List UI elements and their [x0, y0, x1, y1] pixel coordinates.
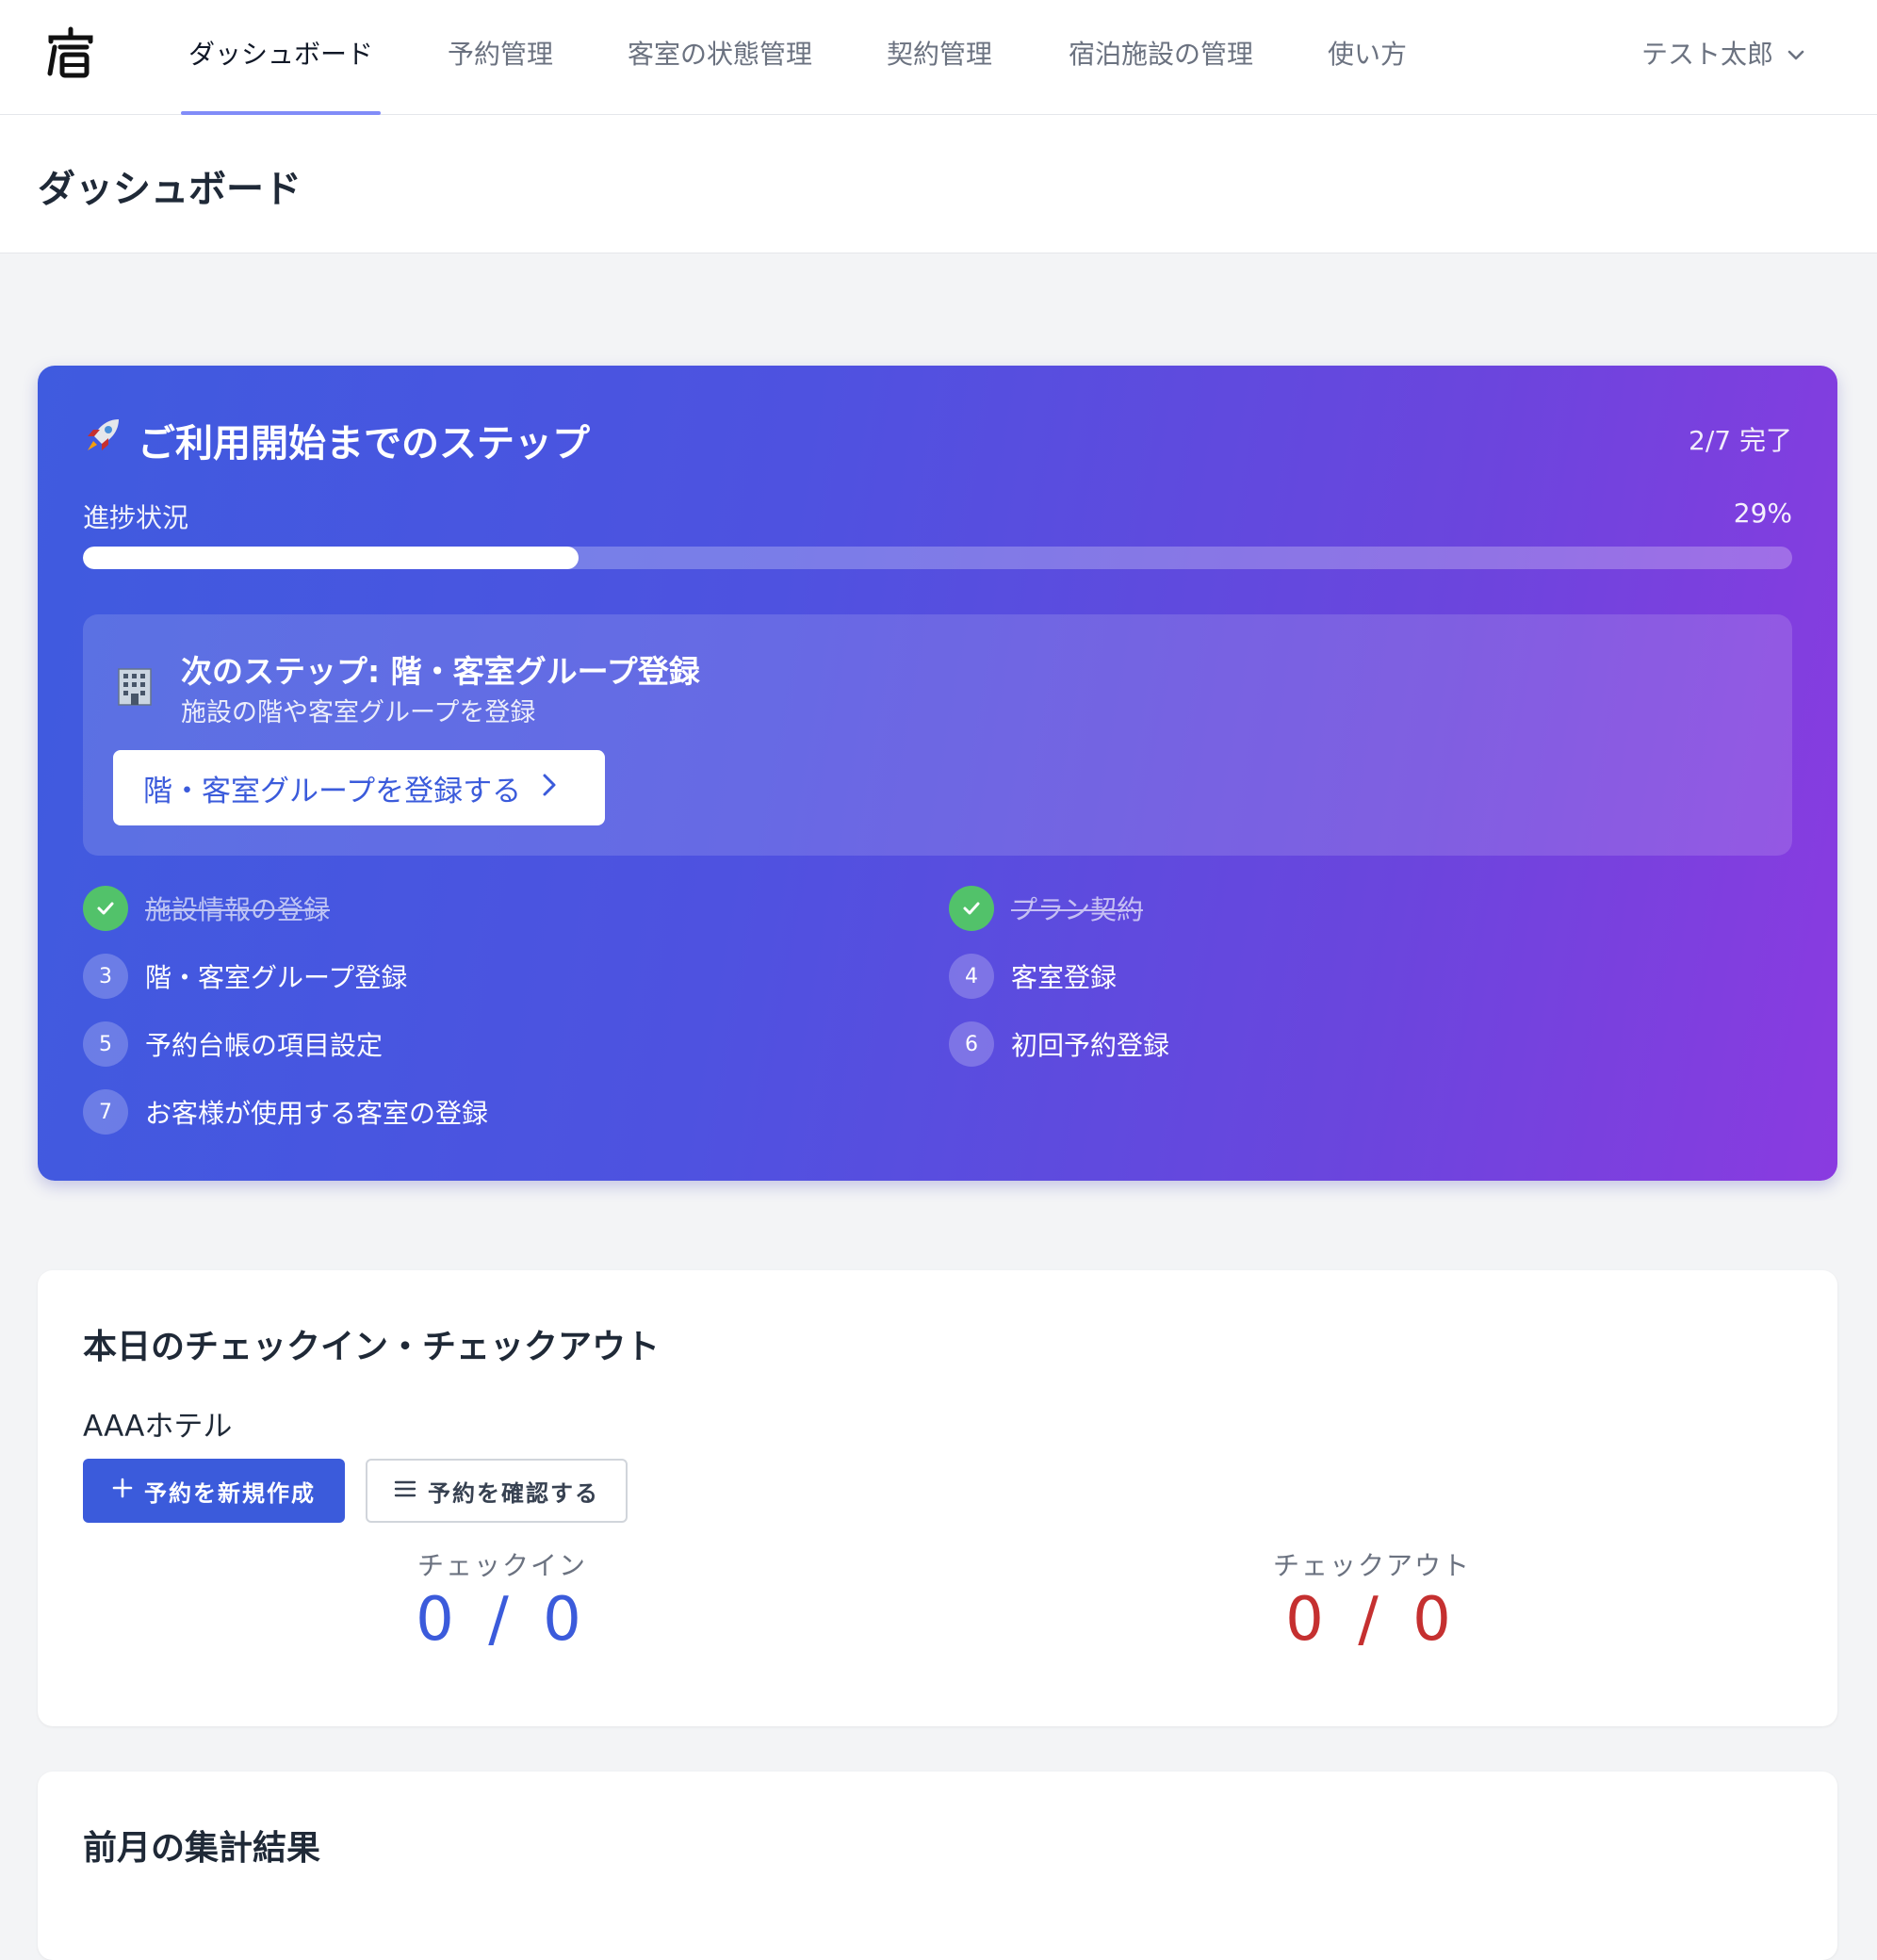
check-icon: [949, 886, 994, 931]
today-checkin-checkout-card: 本日のチェックイン・チェックアウト AAAホテル 予約を新規作成 予約を確認する…: [38, 1270, 1837, 1726]
user-menu[interactable]: テスト太郎: [1641, 34, 1805, 72]
next-step-panel: 次のステップ: 階・客室グループ登録 施設の階や客室グループを登録 階・客室グル…: [83, 614, 1792, 856]
step-label: 予約台帳の項目設定: [145, 1030, 384, 1061]
card-title: 本日のチェックイン・チェックアウト: [83, 1328, 661, 1366]
check-icon: [83, 886, 128, 931]
step-number: 5: [83, 1021, 128, 1067]
nav-contracts[interactable]: 契約管理: [887, 34, 992, 115]
onboarding-progress-count: 2/7 完了: [1689, 425, 1792, 456]
step-item-4[interactable]: 4 客室登録: [949, 954, 1117, 999]
nav-reservations[interactable]: 予約管理: [448, 34, 553, 115]
page-title: ダッシュボード: [38, 168, 302, 211]
step-label: 階・客室グループ登録: [145, 962, 408, 993]
step-item-1[interactable]: 施設情報の登録: [83, 886, 330, 931]
monthly-summary-card: 前月の集計結果: [38, 1772, 1837, 1960]
step-number: 4: [949, 954, 994, 999]
page-header: ダッシュボード: [0, 115, 1877, 253]
checkout-label: チェックアウト: [1272, 1550, 1471, 1581]
new-reservation-button[interactable]: 予約を新規作成: [83, 1459, 345, 1523]
step-number: 6: [949, 1021, 994, 1067]
next-step-description: 施設の階や客室グループを登録: [181, 698, 536, 727]
list-icon: [394, 1478, 416, 1504]
nav-dashboard[interactable]: ダッシュボード: [180, 34, 382, 115]
progress-bar-fill: [83, 547, 579, 569]
step-number: 3: [83, 954, 128, 999]
progress-percentage: 29%: [1733, 498, 1792, 529]
hotel-name: AAAホテル: [83, 1410, 233, 1444]
checkin-label: チェックイン: [416, 1550, 587, 1581]
nav-facility-management[interactable]: 宿泊施設の管理: [1069, 34, 1253, 115]
app-logo-icon[interactable]: [43, 26, 98, 81]
view-reservations-label: 予約を確認する: [428, 1479, 599, 1507]
chevron-right-icon: [542, 771, 557, 805]
nav-room-status[interactable]: 客室の状態管理: [628, 34, 812, 115]
onboarding-card: ご利用開始までのステップ 2/7 完了 進捗状況 29% 次のステップ: 階・客…: [38, 366, 1837, 1181]
step-number: 7: [83, 1089, 128, 1135]
plus-icon: [112, 1478, 133, 1504]
register-floor-room-group-button[interactable]: 階・客室グループを登録する: [113, 750, 605, 825]
step-label: 客室登録: [1011, 962, 1118, 993]
step-item-3[interactable]: 3 階・客室グループ登録: [83, 954, 407, 999]
onboarding-title: ご利用開始までのステップ: [83, 413, 590, 467]
user-name: テスト太郎: [1640, 39, 1773, 70]
card-title: 前月の集計結果: [83, 1829, 321, 1868]
view-reservations-button[interactable]: 予約を確認する: [366, 1459, 628, 1523]
step-item-2[interactable]: プラン契約: [949, 886, 1143, 931]
chevron-down-icon: [1787, 38, 1805, 69]
step-label: お客様が使用する客室の登録: [145, 1098, 489, 1129]
step-item-5[interactable]: 5 予約台帳の項目設定: [83, 1021, 383, 1067]
office-building-icon: [113, 663, 156, 707]
checkout-count: 0 / 0: [1285, 1585, 1459, 1655]
checkin-stat: チェックイン 0 / 0: [314, 1545, 691, 1655]
step-item-7[interactable]: 7 お客様が使用する客室の登録: [83, 1089, 488, 1135]
top-navigation: ダッシュボード 予約管理 客室の状態管理 契約管理 宿泊施設の管理 使い方 テス…: [0, 0, 1877, 115]
step-label: 施設情報の登録: [145, 894, 331, 925]
checkin-count: 0 / 0: [416, 1585, 589, 1655]
step-label: プラン契約: [1011, 894, 1144, 925]
next-step-button-label: 階・客室グループを登録する: [143, 774, 522, 808]
onboarding-title-text: ご利用開始までのステップ: [138, 422, 590, 466]
nav-how-to-use[interactable]: 使い方: [1328, 34, 1407, 115]
step-label: 初回予約登録: [1011, 1030, 1170, 1061]
next-step-title: 次のステップ: 階・客室グループ登録: [181, 653, 700, 690]
new-reservation-label: 予約を新規作成: [144, 1479, 316, 1507]
checkout-stat: チェックアウト 0 / 0: [1183, 1545, 1560, 1655]
progress-bar: [83, 547, 1792, 569]
rocket-icon: [83, 416, 122, 465]
step-item-6[interactable]: 6 初回予約登録: [949, 1021, 1169, 1067]
progress-label: 進捗状況: [83, 502, 189, 533]
